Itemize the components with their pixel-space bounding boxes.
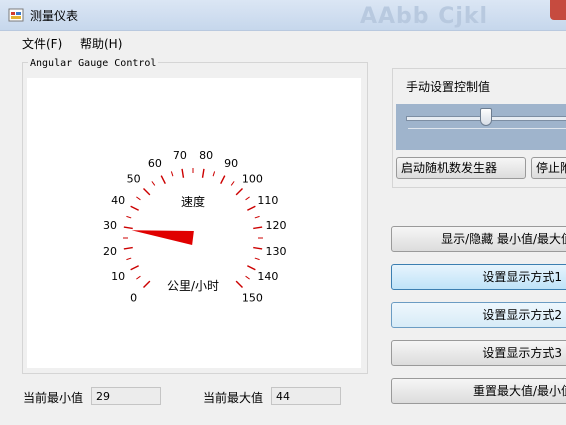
gauge-tick — [130, 205, 139, 211]
slider-panel — [396, 104, 566, 150]
gauge-tick-label: 10 — [111, 270, 125, 283]
gauge-tick — [245, 275, 250, 280]
gauge-tick — [181, 168, 185, 178]
gauge-tick-label: 90 — [224, 157, 238, 170]
display-mode-2-button[interactable]: 设置显示方式2 — [391, 302, 566, 328]
gauge-tick-label: 120 — [265, 219, 286, 232]
app-icon — [8, 8, 24, 22]
gauge-unit-label: 公里/小时 — [167, 279, 219, 293]
menu-help[interactable]: 帮助(H) — [80, 35, 122, 52]
menu-bar: 文件(F) 帮助(H) — [0, 31, 566, 53]
gauge-tick — [253, 226, 263, 230]
gauge-tick — [230, 181, 235, 186]
gauge-tick — [235, 188, 243, 196]
current-max-field[interactable]: 44 — [271, 387, 341, 405]
manual-control-caption: 手动设置控制值 — [406, 80, 491, 94]
menu-file[interactable]: 文件(F) — [22, 35, 62, 52]
gauge-tick — [201, 168, 205, 178]
start-random-button[interactable]: 启动随机数发生器 — [396, 157, 526, 179]
gauge-tick-label: 50 — [127, 173, 141, 186]
window-title: 测量仪表 — [30, 9, 79, 23]
gauge-tick — [247, 265, 256, 271]
gauge-tick — [143, 280, 151, 288]
gauge-tick — [123, 226, 133, 230]
slider-tick-line — [408, 128, 566, 129]
gauge-tick — [126, 215, 132, 219]
current-max-label: 当前最大值 — [203, 391, 264, 405]
gauge-center-label: 速度 — [181, 194, 205, 209]
gauge-tick — [220, 175, 226, 184]
gauge-tick — [130, 265, 139, 271]
gauge-needle — [131, 230, 194, 245]
gauge-tick — [235, 280, 243, 288]
gauge-tick-label: 110 — [257, 194, 278, 207]
gauge-tick-label: 70 — [173, 149, 187, 162]
gauge-tick — [123, 246, 133, 250]
background-blur-text: AAbb Cjkl — [360, 4, 489, 29]
gauge-tick — [143, 188, 151, 196]
gauge-tick-label: 40 — [111, 194, 125, 207]
gauge-tick-label: 150 — [242, 291, 263, 304]
gauge-ticks — [123, 168, 263, 288]
slider-thumb[interactable] — [479, 108, 492, 126]
gauge-tick-label: 140 — [257, 270, 278, 283]
gauge-tick — [247, 205, 256, 211]
toggle-minmax-button[interactable]: 显示/隐藏 最小值/最大值 — [391, 226, 566, 252]
gauge-tick-label: 30 — [103, 219, 117, 232]
gauge-tick-label: 100 — [242, 173, 263, 186]
gauge-tick — [160, 175, 166, 184]
close-button[interactable] — [550, 0, 566, 20]
reset-minmax-button[interactable]: 重置最大值/最小值 — [391, 378, 566, 404]
display-mode-3-button[interactable]: 设置显示方式3 — [391, 340, 566, 366]
gauge-tick — [151, 181, 156, 186]
gauge-tick — [170, 171, 174, 177]
display-mode-1-button[interactable]: 设置显示方式1 — [391, 264, 566, 290]
gauge-tick-label: 130 — [265, 245, 286, 258]
gauge-group-title: Angular Gauge Control — [28, 58, 159, 69]
current-min-field[interactable]: 29 — [91, 387, 161, 405]
gauge-tick — [212, 171, 216, 177]
gauge-tick — [254, 215, 260, 219]
gauge-tick-label: 0 — [130, 291, 137, 304]
gauge-tick — [126, 257, 132, 261]
gauge-tick-label: 60 — [148, 157, 162, 170]
stop-button[interactable]: 停止附 — [531, 157, 566, 179]
gauge-tick — [253, 246, 263, 250]
gauge-tick — [254, 257, 260, 261]
current-min-label: 当前最小值 — [23, 391, 84, 405]
gauge-tick — [136, 275, 141, 280]
angular-gauge: 0 10 20 30 4050 60 70 80 90 100 110 120 130 140 150 速度… — [103, 149, 286, 304]
gauge-tick — [245, 196, 250, 201]
title-bar: 测量仪表 AAbb Cjkl — [0, 0, 566, 31]
app-window: 测量仪表 AAbb Cjkl 文件(F) 帮助(H) Angular Gauge… — [0, 0, 566, 425]
gauge-panel: 0 10 20 30 40 50 60 70 80 90 100 110 120 130 140 150 速度… — [27, 78, 361, 368]
gauge-tick-label: 80 — [199, 149, 213, 162]
gauge-tick-label: 20 — [103, 245, 117, 258]
gauge-tick — [136, 196, 141, 201]
